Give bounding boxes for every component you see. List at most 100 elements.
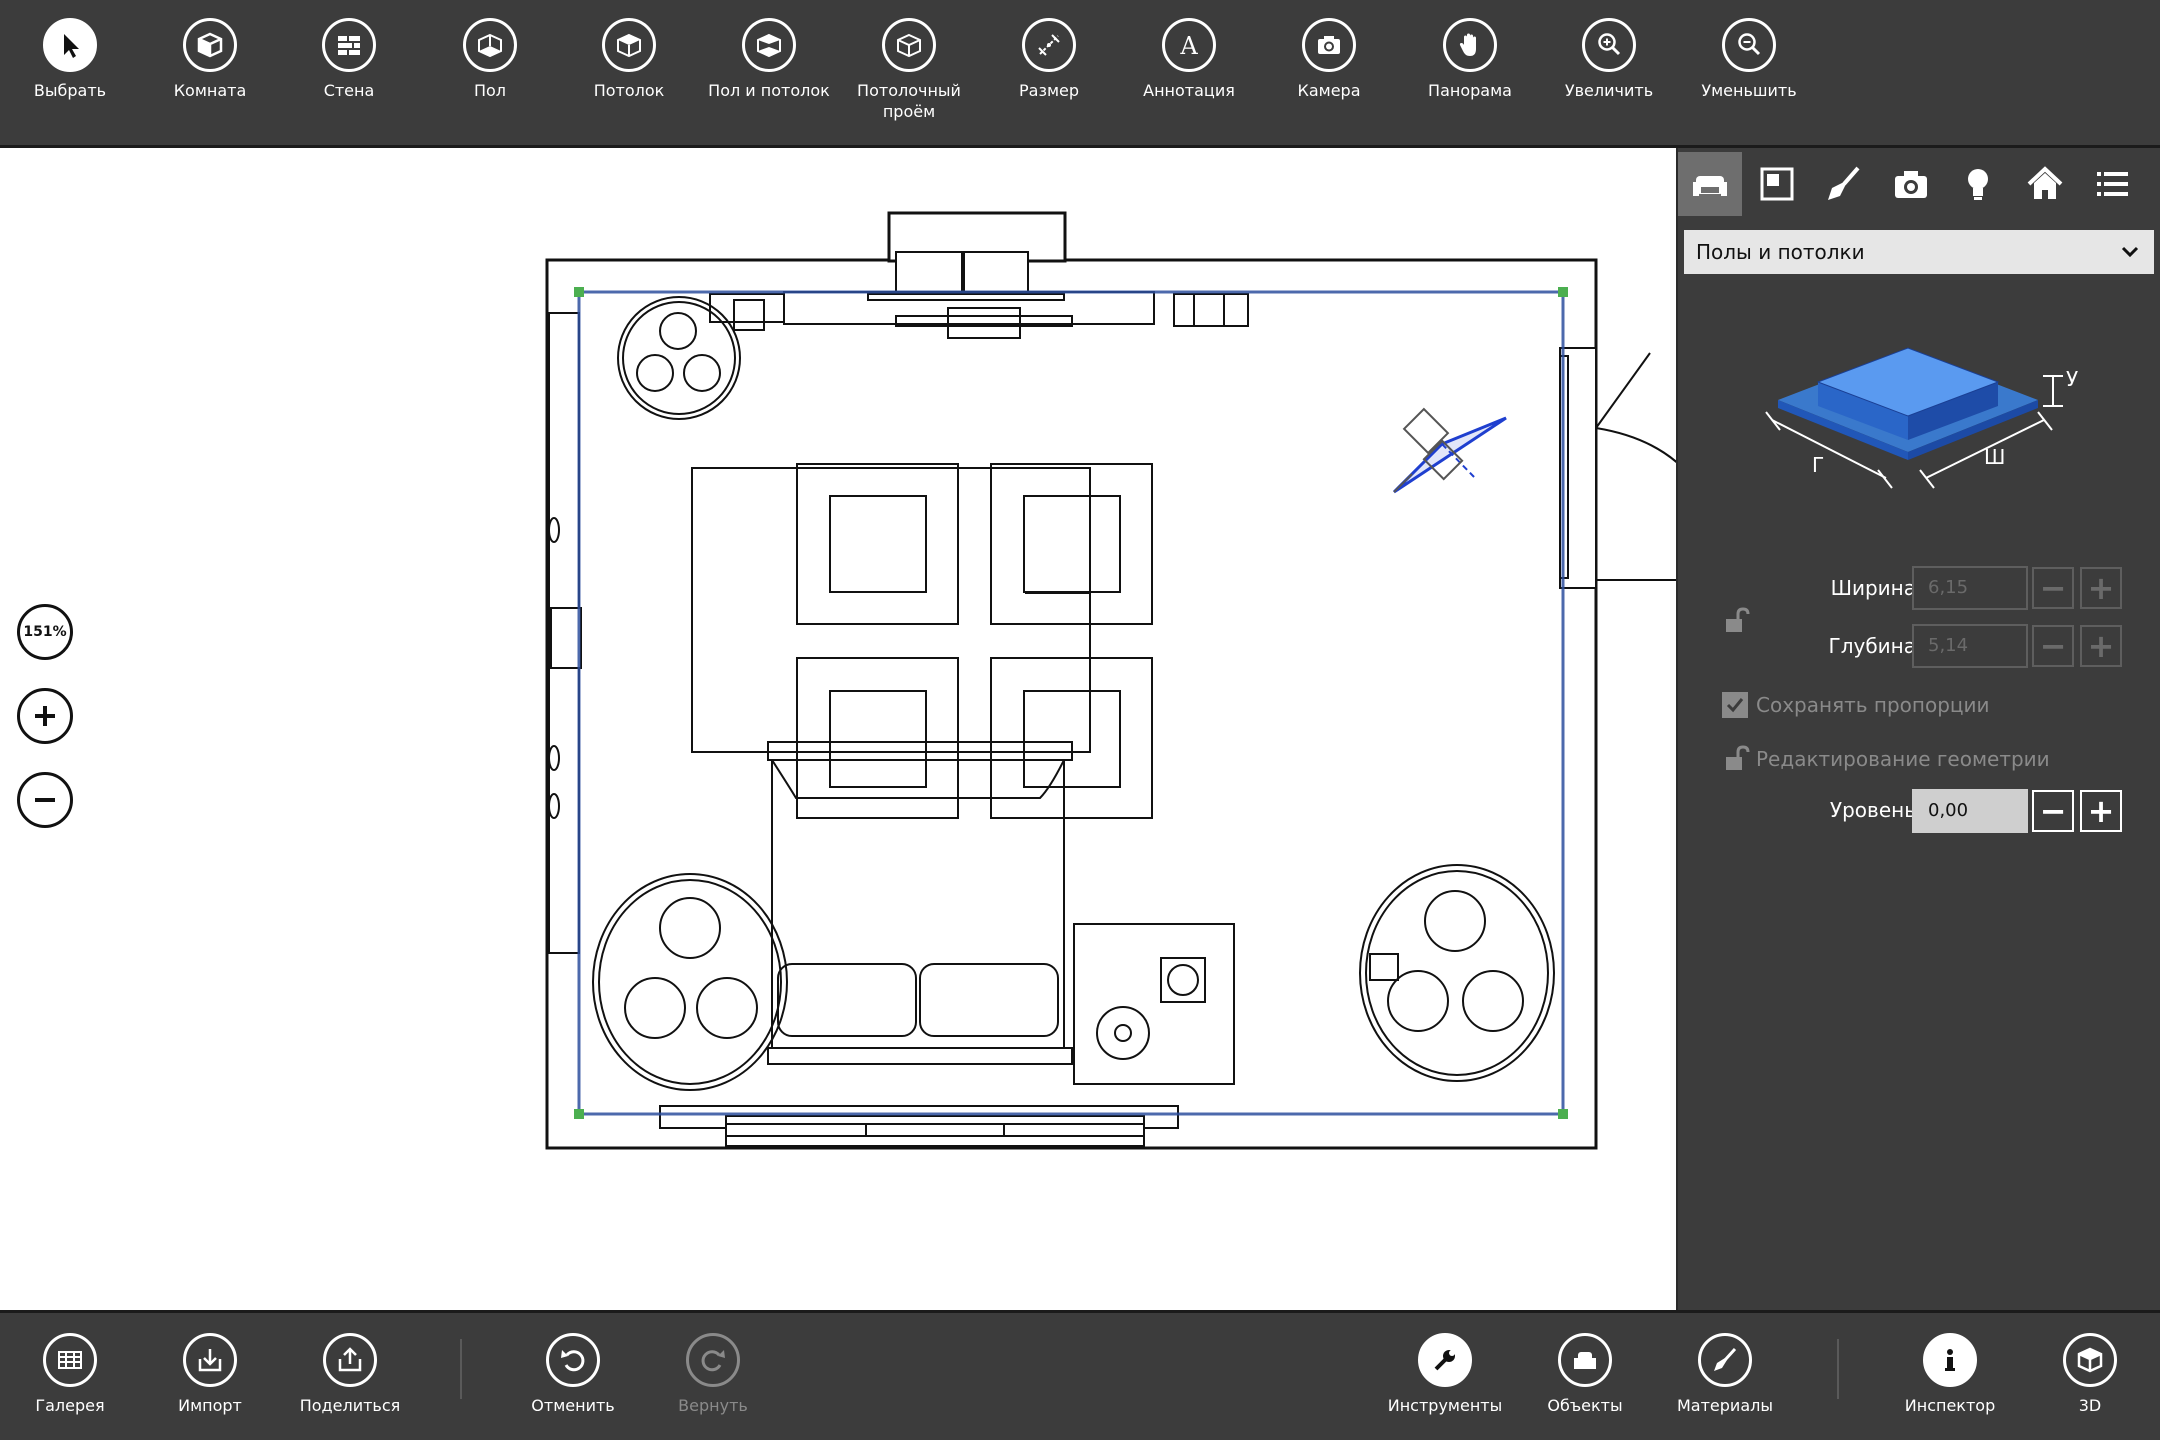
width-increment-button[interactable]: + [2080, 567, 2122, 609]
inspector-panel: Полы и потолки Г Ш У Ширина 6,15 − + Глу… [1676, 148, 2160, 1310]
info-icon [1923, 1333, 1977, 1387]
tool-pan-button[interactable]: Панорама [1405, 18, 1535, 101]
tool-floor-button[interactable]: Пол [425, 18, 555, 101]
edit-geometry-toggle[interactable]: Редактирование геометрии [1722, 744, 2050, 774]
wrench-icon [1418, 1333, 1472, 1387]
tool-floor-ceiling-button[interactable]: Пол и потолок [704, 18, 834, 101]
selection-handles [574, 287, 1568, 1119]
tool-camera-button[interactable]: Камера [1264, 18, 1394, 101]
level-label: Уровень [1829, 798, 1916, 822]
view-3d-label: 3D [2078, 1396, 2102, 1415]
width-decrement-button[interactable]: − [2032, 567, 2074, 609]
keep-proportions-label: Сохранять пропорции [1756, 693, 1990, 717]
hand-pan-icon [1443, 18, 1497, 72]
floor-plan-drawing [545, 211, 1676, 1150]
tool-wall-label: Стена [323, 81, 375, 100]
list-icon [2097, 172, 2128, 196]
armchair-icon [1558, 1333, 1612, 1387]
bottom-app-bar: Галерея Импорт Поделиться Отменить Верну… [0, 1310, 2160, 1440]
tool-zoom-out-button[interactable]: Уменьшить [1684, 18, 1814, 101]
tab-furniture[interactable] [1678, 152, 1742, 216]
floor-and-ceiling-icon [742, 18, 796, 72]
annotation-a-icon: A [1162, 18, 1216, 72]
room-cube-icon [183, 18, 237, 72]
share-icon [323, 1333, 377, 1387]
cube-3d-icon [2063, 1333, 2117, 1387]
level-increment-button[interactable]: + [2080, 790, 2122, 832]
level-field[interactable]: 0,00 [1912, 789, 2028, 833]
edit-geometry-label: Редактирование геометрии [1756, 747, 2050, 771]
depth-field[interactable]: 5,14 [1912, 624, 2028, 668]
depth-decrement-button[interactable]: − [2032, 625, 2074, 667]
tool-zoom-in-label: Увеличить [1564, 81, 1654, 100]
tool-room-button[interactable]: Комната [145, 18, 275, 101]
camera-icon [1895, 171, 1927, 198]
lightbulb-icon [1968, 169, 1988, 200]
tool-dimension-button[interactable]: Размер [984, 18, 1114, 101]
keep-proportions-checkbox[interactable]: Сохранять пропорции [1722, 692, 1990, 718]
tab-materials[interactable] [1812, 152, 1876, 216]
ceiling-icon [602, 18, 656, 72]
outer-wall [545, 258, 1598, 1150]
tool-wall-button[interactable]: Стена [284, 18, 414, 101]
tool-camera-label: Камера [1297, 81, 1361, 100]
tool-ceiling-opening-button[interactable]: Потолочный проём [844, 18, 974, 122]
gallery-grid-icon [43, 1333, 97, 1387]
house-icon [2027, 166, 2063, 199]
redo-button[interactable]: Вернуть [643, 1333, 783, 1416]
inspector-label: Инспектор [1904, 1396, 1996, 1415]
camera-icon [1302, 18, 1356, 72]
wall-bricks-icon [322, 18, 376, 72]
share-label: Поделиться [299, 1396, 401, 1415]
tools-button[interactable]: Инструменты [1375, 1333, 1515, 1416]
tool-ceiling-opening-label: Потолочный проём [857, 81, 961, 121]
chevron-down-icon [2120, 230, 2140, 289]
import-button[interactable]: Импорт [140, 1333, 280, 1416]
level-decrement-button[interactable]: − [2032, 790, 2074, 832]
bottom-separator [1837, 1339, 1839, 1399]
materials-button[interactable]: Материалы [1655, 1333, 1795, 1416]
brush-icon [1828, 166, 1860, 200]
depth-increment-button[interactable]: + [2080, 625, 2122, 667]
zoom-out-icon [1722, 18, 1776, 72]
tool-pan-label: Панорама [1428, 81, 1512, 100]
share-button[interactable]: Поделиться [280, 1333, 420, 1416]
tab-house[interactable] [2013, 152, 2077, 216]
tool-zoom-in-button[interactable]: Увеличить [1544, 18, 1674, 101]
tool-room-label: Комната [173, 81, 247, 100]
lock-open-icon[interactable] [1722, 606, 1752, 636]
gallery-label: Галерея [35, 1396, 105, 1415]
tools-label: Инструменты [1387, 1396, 1503, 1415]
furniture-icon [1693, 176, 1727, 196]
import-icon [183, 1333, 237, 1387]
width-field[interactable]: 6,15 [1912, 566, 2028, 610]
redo-label: Вернуть [678, 1396, 748, 1415]
width-label: Ширина [1830, 576, 1916, 600]
tab-camera[interactable] [1879, 152, 1943, 216]
floor-plan-canvas[interactable]: 151% [0, 148, 1676, 1310]
undo-arrow-icon [546, 1333, 600, 1387]
dimension-icon [1022, 18, 1076, 72]
objects-button[interactable]: Объекты [1515, 1333, 1655, 1416]
main-toolbar: Выбрать Комната Стена Пол Потолок Пол и … [0, 0, 2160, 148]
tab-lighting[interactable] [1946, 152, 2010, 216]
tab-list[interactable] [2080, 152, 2144, 216]
objects-label: Объекты [1547, 1396, 1623, 1415]
view-3d-button[interactable]: 3D [2020, 1333, 2160, 1416]
undo-label: Отменить [531, 1396, 615, 1415]
floor-plan-icon [1760, 167, 1794, 201]
tab-floor-plan[interactable] [1745, 152, 1809, 216]
gallery-button[interactable]: Галерея [0, 1333, 140, 1416]
undo-button[interactable]: Отменить [503, 1333, 643, 1416]
tool-annotation-button[interactable]: A Аннотация [1124, 18, 1254, 101]
svg-text:A: A [1179, 32, 1198, 60]
inspector-button[interactable]: Инспектор [1880, 1333, 2020, 1416]
redo-arrow-icon [686, 1333, 740, 1387]
tool-ceiling-button[interactable]: Потолок [564, 18, 694, 101]
materials-label: Материалы [1677, 1396, 1773, 1415]
category-dropdown-value: Полы и потолки [1696, 240, 1865, 264]
category-dropdown[interactable]: Полы и потолки [1684, 230, 2154, 274]
tool-select-button[interactable]: Выбрать [5, 18, 135, 101]
diagram-width-label: Ш [1984, 445, 2005, 469]
tool-dimension-label: Размер [1018, 81, 1080, 100]
